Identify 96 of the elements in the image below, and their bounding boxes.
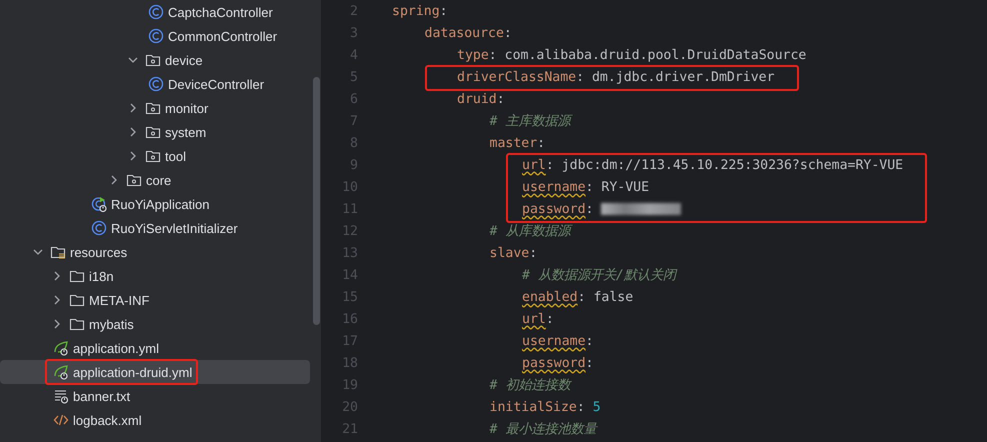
yaml-key: url [522,158,546,172]
code-comment: # 从数据源开关/默认关闭 [522,267,676,284]
file-name: logback.xml [73,412,142,428]
colon: : [576,70,584,84]
spring-leaf-icon [53,340,69,356]
tree-item[interactable]: RuoYiApplication [0,192,310,216]
file-name: mybatis [89,316,134,332]
file-name: META-INF [89,292,150,308]
file-name: resources [70,244,128,260]
resources-folder-icon [50,244,66,260]
package-icon [145,124,161,140]
colon: : [576,400,585,414]
yaml-key: slave [490,246,530,260]
tree-item[interactable]: monitor [0,96,310,120]
package-icon [145,52,161,68]
tree-item[interactable]: application.yml [0,336,310,360]
yaml-key: type [457,48,489,62]
tree-item[interactable]: i18n [0,264,310,288]
file-name: CommonController [168,28,278,44]
colon: : [537,136,546,150]
code-comment: # 最小连接池数量 [490,421,596,438]
colon: : [488,48,497,62]
code-comment: # 初始连接数 [490,377,570,394]
file-name: DeviceController [168,76,264,92]
file-name: application.yml [73,340,159,356]
tree-item[interactable]: device [0,48,310,72]
package-icon [126,172,142,188]
xml-file-icon [53,412,69,428]
tree-item[interactable]: DeviceController [0,72,310,96]
yaml-key: druid [457,92,497,106]
class-icon [148,28,164,44]
colon: : [529,246,538,260]
tree-item[interactable]: system [0,120,310,144]
yaml-key: enabled [522,290,578,304]
tree-item[interactable]: resources [0,240,310,264]
code-comment: # 主库数据源 [490,112,570,130]
text-file-icon [53,388,69,404]
yaml-key: master [490,136,538,150]
folder-icon [69,292,85,308]
file-name: CaptchaController [168,4,273,20]
tree-item[interactable]: core [0,168,310,192]
yaml-key: driverClassName [457,70,576,84]
yaml-value: dm.jdbc.driver.DmDriver [592,70,775,84]
yaml-value: jdbc:dm://113.45.10.225:30236?schema=RY-VUE [562,158,904,172]
file-name: device [165,52,203,68]
tree-item[interactable]: RuoYiServletInitializer [0,216,310,240]
yaml-key: initialSize [490,400,577,414]
yaml-value: 5 [592,400,601,414]
file-name: core [146,172,172,188]
file-name: banner.txt [73,388,130,404]
file-name: tool [165,148,186,164]
folder-icon [69,268,85,284]
tree-item[interactable]: application-druid.yml [0,360,310,384]
colon: : [586,180,594,194]
tree-item[interactable]: CommonController [0,24,310,48]
tree-item[interactable]: CaptchaController [0,0,310,24]
yaml-key: datasource [424,26,504,40]
file-name: application-druid.yml [73,364,192,380]
file-name: i18n [89,268,114,284]
yaml-key: username [522,334,586,348]
class-icon [91,220,107,236]
yaml-value: com.alibaba.druid.pool.DruidDataSource [504,48,806,62]
colon: : [586,334,594,348]
file-name: RuoYiServletInitializer [111,220,238,236]
tree-item[interactable]: mybatis [0,312,310,336]
yaml-key: username [522,180,586,194]
yaml-key: password [522,356,586,370]
file-name: system [165,124,206,140]
colon: : [586,202,594,216]
colon: : [546,158,554,172]
package-icon [145,100,161,116]
yaml-value: false [593,290,634,304]
class-icon [148,76,164,92]
tree-item[interactable]: META-INF [0,288,310,312]
colon: : [586,356,594,370]
yaml-key: spring [392,4,440,18]
file-name: RuoYiApplication [111,196,210,212]
code-comment: # 从库数据源 [490,222,570,240]
class-icon [148,4,164,20]
colon: : [440,4,448,18]
colon: : [504,26,512,40]
colon: : [578,290,586,304]
spring-class-icon [91,196,107,212]
yaml-key: url [522,312,546,326]
package-icon [145,148,161,164]
folder-icon [69,316,85,332]
yaml-value: RY-VUE [601,180,650,194]
scrollbar[interactable] [313,77,320,325]
yaml-key: password [522,202,586,216]
spring-leaf-icon [53,364,69,380]
tree-item[interactable]: tool [0,144,310,168]
tree-item[interactable]: banner.txt [0,384,310,408]
tree-item[interactable]: logback.xml [0,408,310,432]
colon: : [546,312,554,326]
file-name: monitor [165,100,208,116]
colon: : [496,92,505,106]
